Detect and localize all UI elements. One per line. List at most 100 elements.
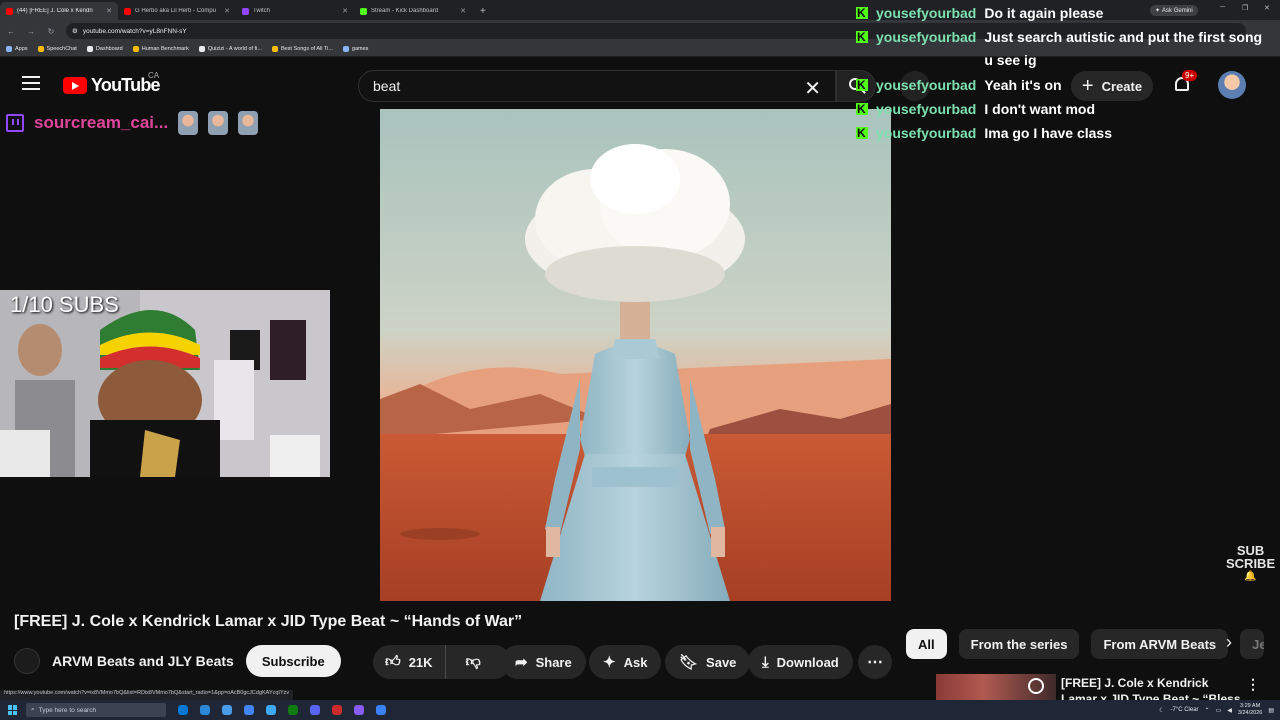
- video-artwork: [380, 109, 891, 601]
- obs-icon[interactable]: [332, 705, 342, 715]
- chat-text: I don't want mod: [984, 101, 1096, 117]
- chat-text: Just search autistic and put the first s…: [984, 29, 1263, 68]
- bookmark-label: Dashboard: [95, 46, 123, 52]
- tray-chevron-icon[interactable]: ⌃: [1205, 707, 1210, 714]
- save-button[interactable]: 🔖︎ Save: [665, 645, 751, 679]
- download-icon: ⤓: [762, 653, 769, 671]
- app-icon[interactable]: [354, 705, 364, 715]
- chat-overlay: yousefyourbad Do it again please yousefy…: [856, 2, 1280, 146]
- share-button[interactable]: ➦ Share: [501, 645, 586, 679]
- watch-later-icon[interactable]: [1028, 678, 1044, 694]
- file-explorer-icon[interactable]: [200, 705, 210, 715]
- chat-username: yousefyourbad: [876, 101, 977, 117]
- chip-from-arvm-beats[interactable]: From ARVM Beats: [1091, 629, 1229, 659]
- bookmark-label: Best Songs of All Ti...: [280, 46, 333, 52]
- chat-message: yousefyourbad Do it again please: [856, 2, 1280, 24]
- windows-taskbar: ⌕ Type here to search ☾ -7°C Clear ⌃ ▭ ◀…: [0, 700, 1280, 720]
- like-button[interactable]: 👍︎ 21K: [373, 645, 446, 679]
- app-icon[interactable]: [376, 705, 386, 715]
- recommended-video[interactable]: [FREE] J. Cole x Kendrick Lamar x JID Ty…: [906, 674, 1280, 702]
- bookmark-dashboard[interactable]: Dashboard: [86, 46, 123, 52]
- download-button[interactable]: ⤓ Download: [748, 645, 853, 679]
- chevron-right-icon[interactable]: ›: [1226, 632, 1232, 653]
- back-icon[interactable]: ←: [6, 27, 16, 36]
- webcam-feed: [0, 290, 330, 477]
- chrome-icon[interactable]: [244, 705, 254, 715]
- browser-tab-twitch[interactable]: Twitch ✕: [236, 2, 354, 20]
- forward-icon[interactable]: →: [26, 27, 36, 36]
- reload-icon[interactable]: ↻: [46, 27, 56, 36]
- youtube-logo[interactable]: YouTube CA: [63, 71, 161, 96]
- bookmark-label: Quizizi - A world of fi...: [207, 46, 262, 52]
- chat-message: yousefyourbad Yeah it's on: [856, 74, 1280, 96]
- bookmark-best-songs[interactable]: Best Songs of All Ti...: [271, 46, 333, 52]
- bookmark-speechchat[interactable]: SpeechChat: [37, 46, 77, 52]
- channel-row: ARVM Beats and JLY Beats Subscribe: [14, 645, 341, 677]
- clear-search-icon[interactable]: ✕: [804, 76, 821, 101]
- clock[interactable]: 3:29 AM 3/24/2026: [1238, 703, 1262, 717]
- browser-tab-youtube-video[interactable]: (44) [FREE] J. Cole x Kendri ✕: [0, 2, 118, 20]
- close-tab-icon[interactable]: ✕: [342, 7, 348, 15]
- country-code: CA: [148, 71, 160, 80]
- search-input[interactable]: beat ✕: [358, 70, 836, 102]
- youtube-favicon-icon: [6, 7, 13, 15]
- bookmark-apps[interactable]: Apps: [6, 46, 28, 52]
- search-query: beat: [373, 78, 401, 94]
- thumbs-up-icon: 👍︎: [385, 653, 401, 670]
- clock-date: 3/24/2026: [1237, 710, 1263, 716]
- close-tab-icon[interactable]: ✕: [460, 7, 466, 15]
- notifications-icon[interactable]: ▤: [1268, 707, 1274, 714]
- bookmark-quizizi[interactable]: Quizizi - A world of fi...: [198, 46, 262, 52]
- chip-from-the-series[interactable]: From the series: [958, 629, 1080, 659]
- bookmark-favicon-icon: [198, 46, 205, 52]
- browser-tab-g-herbo[interactable]: G Herbo aka Lil Herb - Compu ✕: [118, 2, 236, 20]
- sub-goal-label: 1/10 SUBS: [10, 292, 119, 317]
- volume-icon[interactable]: ◀: [1227, 707, 1232, 714]
- subscribe-button[interactable]: Subscribe: [245, 645, 341, 677]
- tab-title: Twitch: [253, 8, 271, 14]
- tab-title: Stream - Kick Dashboard: [371, 8, 439, 14]
- browser-icon[interactable]: [266, 705, 276, 715]
- site-info-icon[interactable]: ⚙: [72, 27, 78, 35]
- kick-icon: [856, 74, 868, 96]
- recommended-title[interactable]: [FREE] J. Cole x Kendrick Lamar x JID Ty…: [1061, 675, 1241, 702]
- browser-tab-kick[interactable]: Stream - Kick Dashboard ✕: [354, 2, 472, 20]
- edge-icon[interactable]: [178, 705, 188, 715]
- youtube-play-icon: [63, 77, 87, 94]
- bookmark-games[interactable]: games: [342, 46, 368, 52]
- bookmark-human-benchmark[interactable]: Human Benchmark: [132, 46, 189, 52]
- network-icon[interactable]: ▭: [1216, 707, 1222, 714]
- close-tab-icon[interactable]: ✕: [224, 7, 230, 15]
- screen: (44) [FREE] J. Cole x Kendri ✕ G Herbo a…: [0, 0, 1280, 720]
- taskbar-search[interactable]: ⌕ Type here to search: [26, 703, 166, 717]
- chat-text: Yeah it's on: [984, 77, 1062, 93]
- channel-avatar[interactable]: [14, 648, 40, 674]
- search-icon: ⌕: [31, 706, 35, 713]
- link-status-bar: https://www.youtube.com/watch?v=ix8VMmo7…: [0, 690, 294, 700]
- chat-message: yousefyourbad I don't want mod: [856, 98, 1280, 120]
- discord-icon[interactable]: [310, 705, 320, 715]
- emote-image: [208, 111, 229, 135]
- more-vert-icon[interactable]: ⋮: [1246, 676, 1260, 693]
- chat-username: yousefyourbad: [876, 125, 977, 141]
- sparkle-icon: ✦: [603, 654, 616, 671]
- chip-all[interactable]: All: [906, 629, 947, 659]
- more-actions-icon[interactable]: ⋯: [858, 645, 892, 679]
- windows-start-icon[interactable]: [8, 705, 18, 715]
- new-tab-button[interactable]: +: [472, 2, 494, 20]
- bookmark-label: Human Benchmark: [141, 46, 189, 52]
- store-icon[interactable]: [222, 705, 232, 715]
- channel-name[interactable]: ARVM Beats and JLY Beats: [52, 653, 234, 669]
- chip-partial[interactable]: Je: [1240, 629, 1265, 659]
- dislike-button[interactable]: 👎︎: [454, 645, 493, 679]
- menu-icon[interactable]: [22, 76, 40, 90]
- bookmark-favicon-icon: [37, 46, 44, 52]
- video-player[interactable]: [380, 109, 891, 601]
- ask-button[interactable]: ✦ Ask: [589, 645, 662, 679]
- chat-text: Ima go I have class: [984, 125, 1112, 141]
- xbox-icon[interactable]: [288, 705, 298, 715]
- streamer-name: sourcream_cai...: [34, 113, 169, 132]
- close-tab-icon[interactable]: ✕: [106, 7, 112, 15]
- stream-name-overlay: sourcream_cai...: [6, 111, 259, 135]
- download-label: Download: [776, 654, 839, 670]
